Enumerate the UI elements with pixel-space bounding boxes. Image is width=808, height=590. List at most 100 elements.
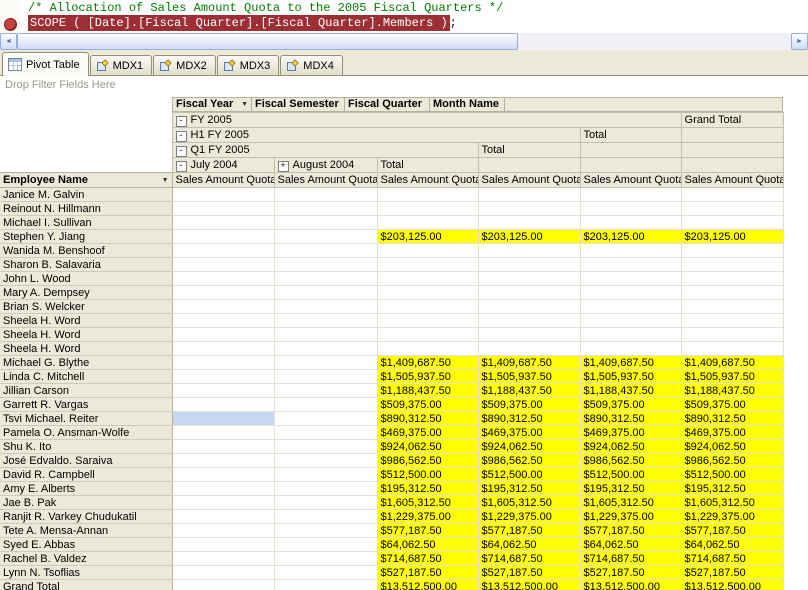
row-label[interactable]: Sheela H. Word xyxy=(0,328,172,342)
data-cell[interactable] xyxy=(172,314,274,328)
data-cell[interactable] xyxy=(580,258,681,272)
data-cell[interactable] xyxy=(681,314,783,328)
row-label[interactable]: Amy E. Alberts xyxy=(0,482,172,496)
data-cell[interactable] xyxy=(580,286,681,300)
data-cell[interactable] xyxy=(274,300,377,314)
data-cell[interactable]: $509,375.00 xyxy=(377,398,478,412)
data-cell[interactable] xyxy=(172,216,274,230)
data-cell[interactable] xyxy=(274,524,377,538)
data-cell[interactable]: $13,512,500.00 xyxy=(377,580,478,590)
data-cell[interactable] xyxy=(274,286,377,300)
data-cell[interactable] xyxy=(478,314,580,328)
data-cell[interactable] xyxy=(681,258,783,272)
data-cell[interactable] xyxy=(274,216,377,230)
measure-header[interactable]: Sales Amount Quota xyxy=(681,173,783,188)
scroll-right-button[interactable]: ► xyxy=(791,33,808,50)
data-cell[interactable] xyxy=(377,286,478,300)
mdx-scope-line[interactable]: SCOPE ( [Date].[Fiscal Quarter].[Fiscal … xyxy=(28,16,457,31)
data-cell[interactable] xyxy=(274,454,377,468)
measure-header[interactable]: Sales Amount Quota xyxy=(274,173,377,188)
field-fiscal-semester[interactable]: Fiscal Semester xyxy=(252,97,345,112)
measure-header[interactable]: Sales Amount Quota xyxy=(478,173,580,188)
row-label[interactable]: Tsvi Michael. Reiter xyxy=(0,412,172,426)
data-cell[interactable] xyxy=(681,342,783,356)
data-cell[interactable] xyxy=(580,216,681,230)
data-cell[interactable]: $1,188,437.50 xyxy=(681,384,783,398)
row-label[interactable]: Michael I. Sullivan xyxy=(0,216,172,230)
data-cell[interactable] xyxy=(274,244,377,258)
row-label[interactable]: Garrett R. Vargas xyxy=(0,398,172,412)
data-cell[interactable]: $1,229,375.00 xyxy=(377,510,478,524)
row-label[interactable]: Stephen Y. Jiang xyxy=(0,230,172,244)
data-cell[interactable] xyxy=(377,202,478,216)
collapse-icon[interactable]: - xyxy=(176,146,187,157)
data-cell[interactable]: $1,505,937.50 xyxy=(681,370,783,384)
data-cell[interactable]: $1,409,687.50 xyxy=(478,356,580,370)
data-cell[interactable] xyxy=(377,244,478,258)
data-cell[interactable]: $469,375.00 xyxy=(377,426,478,440)
data-cell[interactable]: $13,512,500.00 xyxy=(580,580,681,590)
data-cell[interactable] xyxy=(274,510,377,524)
measure-header[interactable]: Sales Amount Quota xyxy=(377,173,478,188)
data-cell[interactable] xyxy=(274,272,377,286)
data-cell[interactable] xyxy=(580,202,681,216)
data-cell[interactable]: $1,409,687.50 xyxy=(580,356,681,370)
mdx-script-editor[interactable]: /* Allocation of Sales Amount Quota to t… xyxy=(0,0,808,33)
data-cell[interactable]: $986,562.50 xyxy=(580,454,681,468)
data-cell[interactable] xyxy=(580,342,681,356)
data-cell[interactable]: $64,062.50 xyxy=(681,538,783,552)
data-cell[interactable] xyxy=(681,188,783,202)
data-cell[interactable] xyxy=(172,524,274,538)
data-cell[interactable] xyxy=(478,300,580,314)
data-cell[interactable] xyxy=(172,286,274,300)
data-cell[interactable] xyxy=(681,300,783,314)
data-cell[interactable] xyxy=(274,398,377,412)
data-cell[interactable]: $527,187.50 xyxy=(478,566,580,580)
data-cell[interactable]: $64,062.50 xyxy=(580,538,681,552)
data-cell[interactable] xyxy=(274,468,377,482)
row-label[interactable]: Grand Total xyxy=(0,580,172,590)
field-employee-name[interactable]: ▼ Employee Name xyxy=(0,173,172,188)
data-cell[interactable] xyxy=(681,244,783,258)
data-cell[interactable] xyxy=(274,566,377,580)
data-cell[interactable]: $13,512,500.00 xyxy=(478,580,580,590)
data-cell[interactable]: $986,562.50 xyxy=(681,454,783,468)
data-cell[interactable] xyxy=(478,216,580,230)
data-cell[interactable] xyxy=(377,328,478,342)
data-cell[interactable] xyxy=(681,272,783,286)
data-cell[interactable]: $203,125.00 xyxy=(478,230,580,244)
data-cell[interactable] xyxy=(377,258,478,272)
filter-drop-zone[interactable]: Drop Filter Fields Here xyxy=(5,79,116,91)
row-label[interactable]: Brian S. Welcker xyxy=(0,300,172,314)
data-cell[interactable]: $469,375.00 xyxy=(681,426,783,440)
data-cell[interactable] xyxy=(172,384,274,398)
data-cell[interactable] xyxy=(377,300,478,314)
data-cell[interactable]: $512,500.00 xyxy=(580,468,681,482)
data-cell[interactable]: $1,188,437.50 xyxy=(478,384,580,398)
header-grand-total[interactable]: Grand Total xyxy=(681,113,783,128)
row-label[interactable]: Sheela H. Word xyxy=(0,314,172,328)
row-label[interactable]: Michael G. Blythe xyxy=(0,356,172,370)
data-cell[interactable] xyxy=(274,230,377,244)
editor-breakpoint-gutter[interactable] xyxy=(0,0,20,33)
data-cell[interactable] xyxy=(274,202,377,216)
header-h1fy2005[interactable]: -H1 FY 2005 xyxy=(172,128,580,143)
breakpoint-icon[interactable] xyxy=(4,18,17,31)
row-label[interactable]: Lynn N. Tsoflias xyxy=(0,566,172,580)
data-cell[interactable] xyxy=(172,370,274,384)
employee-name-dropdown-icon[interactable]: ▼ xyxy=(162,174,169,187)
row-label[interactable]: Wanida M. Benshoof xyxy=(0,244,172,258)
data-cell[interactable]: $1,505,937.50 xyxy=(377,370,478,384)
data-cell[interactable]: $469,375.00 xyxy=(580,426,681,440)
data-cell[interactable] xyxy=(478,328,580,342)
row-label[interactable]: Linda C. Mitchell xyxy=(0,370,172,384)
fiscal-year-dropdown-icon[interactable]: ▼ xyxy=(241,98,248,111)
row-label[interactable]: Pamela O. Ansman-Wolfe xyxy=(0,426,172,440)
data-cell[interactable] xyxy=(478,188,580,202)
data-cell[interactable] xyxy=(681,328,783,342)
data-cell[interactable] xyxy=(172,510,274,524)
data-cell[interactable] xyxy=(172,468,274,482)
expand-icon[interactable]: + xyxy=(278,161,289,172)
data-cell[interactable]: $195,312.50 xyxy=(377,482,478,496)
data-cell[interactable] xyxy=(681,202,783,216)
